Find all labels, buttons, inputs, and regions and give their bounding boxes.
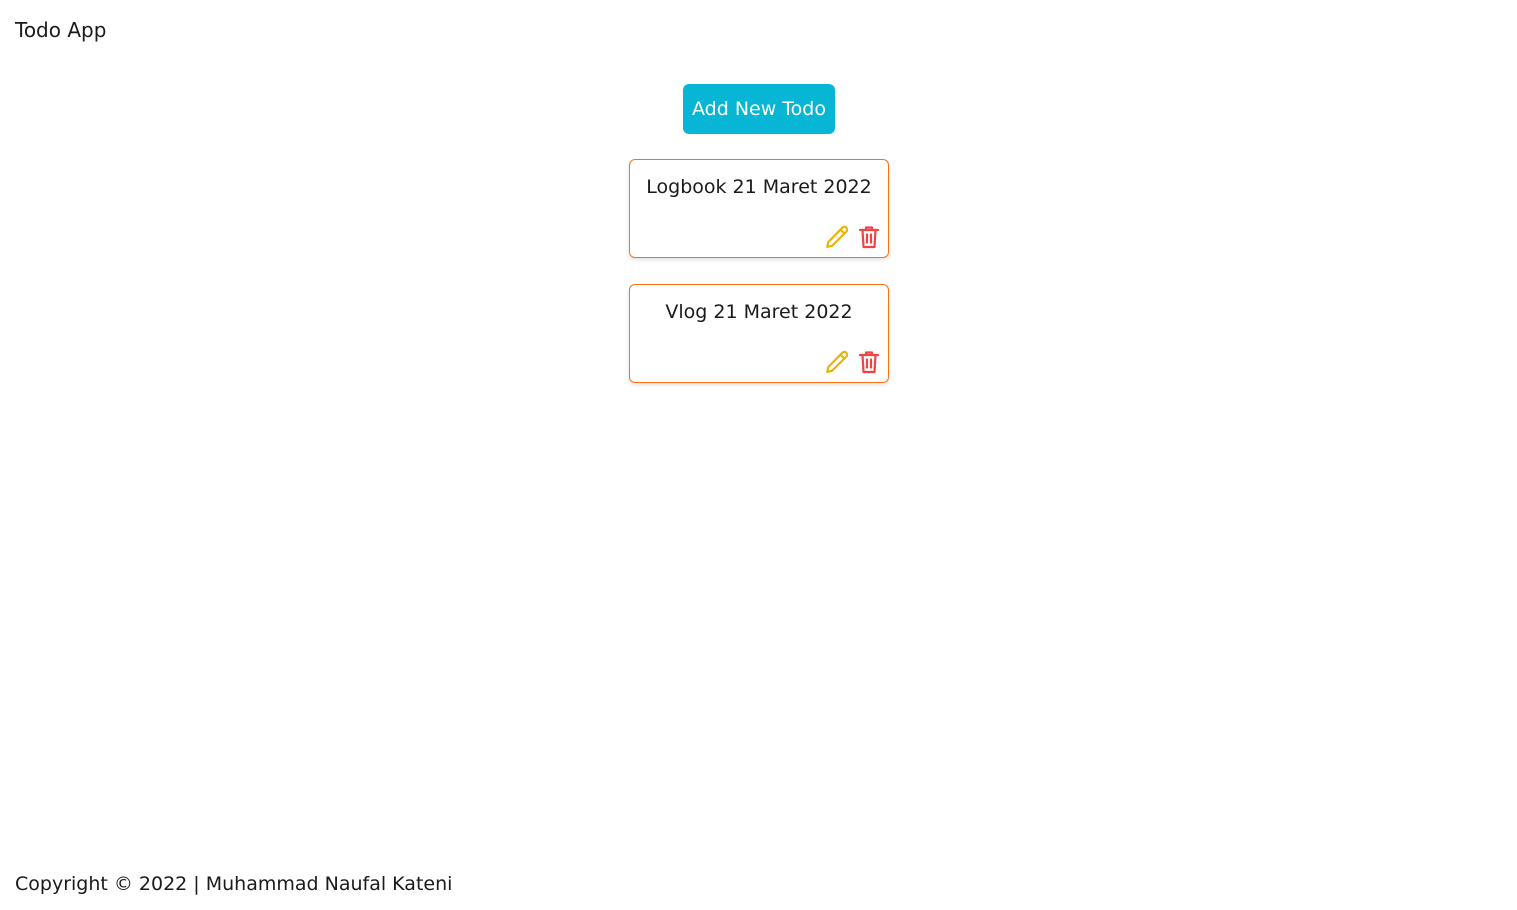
todo-card: Vlog 21 Maret 2022 bbox=[629, 284, 889, 383]
app-title: Todo App bbox=[15, 18, 107, 42]
footer-copyright: Copyright © 2022 | Muhammad Naufal Katen… bbox=[15, 873, 453, 895]
todo-actions bbox=[824, 349, 882, 375]
todo-actions bbox=[824, 224, 882, 250]
pencil-icon[interactable] bbox=[824, 224, 850, 250]
todo-title: Logbook 21 Maret 2022 bbox=[646, 176, 872, 198]
add-new-todo-button[interactable]: Add New Todo bbox=[683, 84, 835, 134]
trash-icon[interactable] bbox=[856, 224, 882, 250]
todo-title: Vlog 21 Maret 2022 bbox=[665, 301, 853, 323]
trash-icon[interactable] bbox=[856, 349, 882, 375]
pencil-icon[interactable] bbox=[824, 349, 850, 375]
todo-card: Logbook 21 Maret 2022 bbox=[629, 159, 889, 258]
